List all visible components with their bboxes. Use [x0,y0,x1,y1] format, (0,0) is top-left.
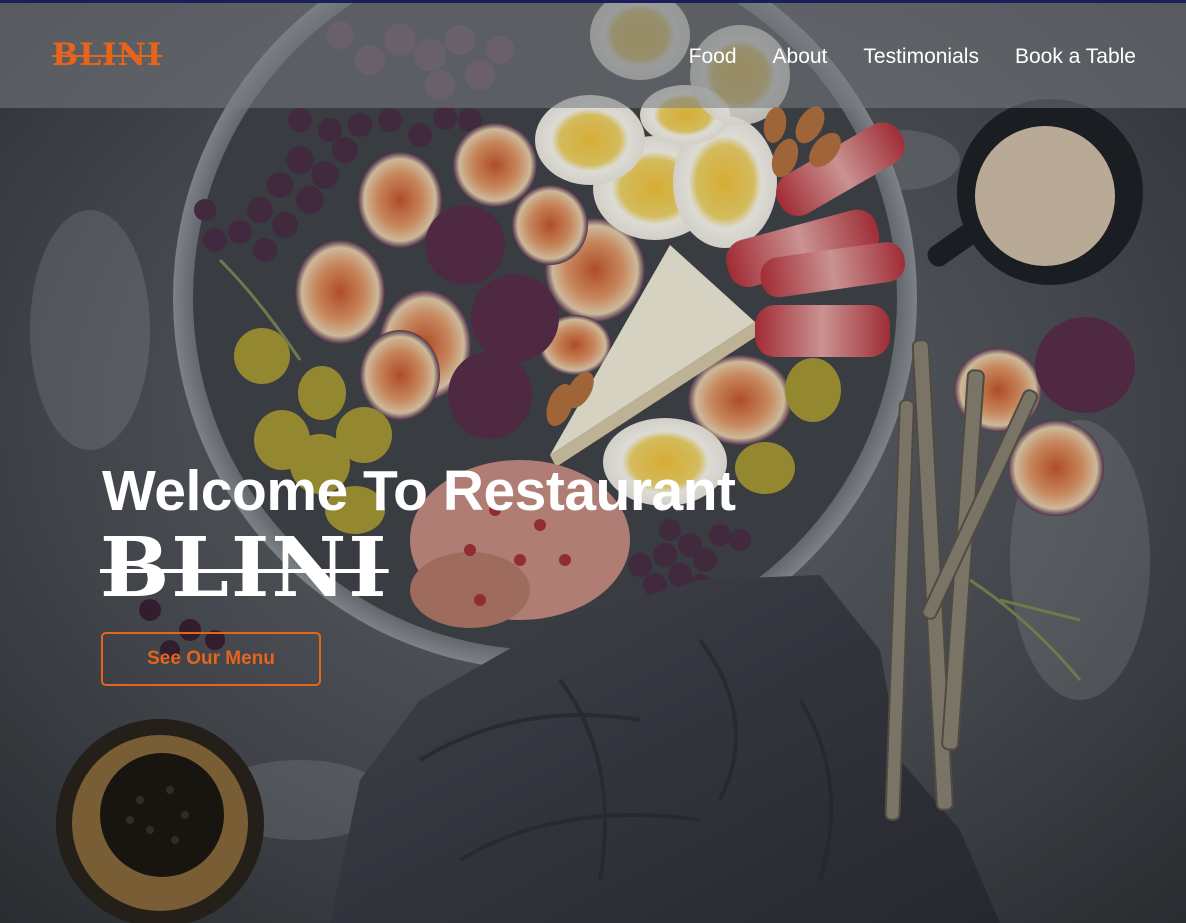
nav-link-book-a-table[interactable]: Book a Table [1015,45,1136,69]
see-our-menu-button[interactable]: See Our Menu [101,632,321,686]
brand-logo[interactable]: BLINI [52,37,162,73]
nav-link-food[interactable]: Food [689,45,737,69]
nav-link-testimonials[interactable]: Testimonials [863,45,979,69]
navbar: BLINI Food About Testimonials Book a Tab… [0,3,1186,108]
nav-link-about[interactable]: About [773,45,828,69]
hero-title: Welcome To Restaurant [102,459,736,523]
page: BLINI Food About Testimonials Book a Tab… [0,0,1186,923]
nav-links: Food About Testimonials Book a Table [689,45,1136,69]
hero-brand-name: BLINI [100,520,389,616]
